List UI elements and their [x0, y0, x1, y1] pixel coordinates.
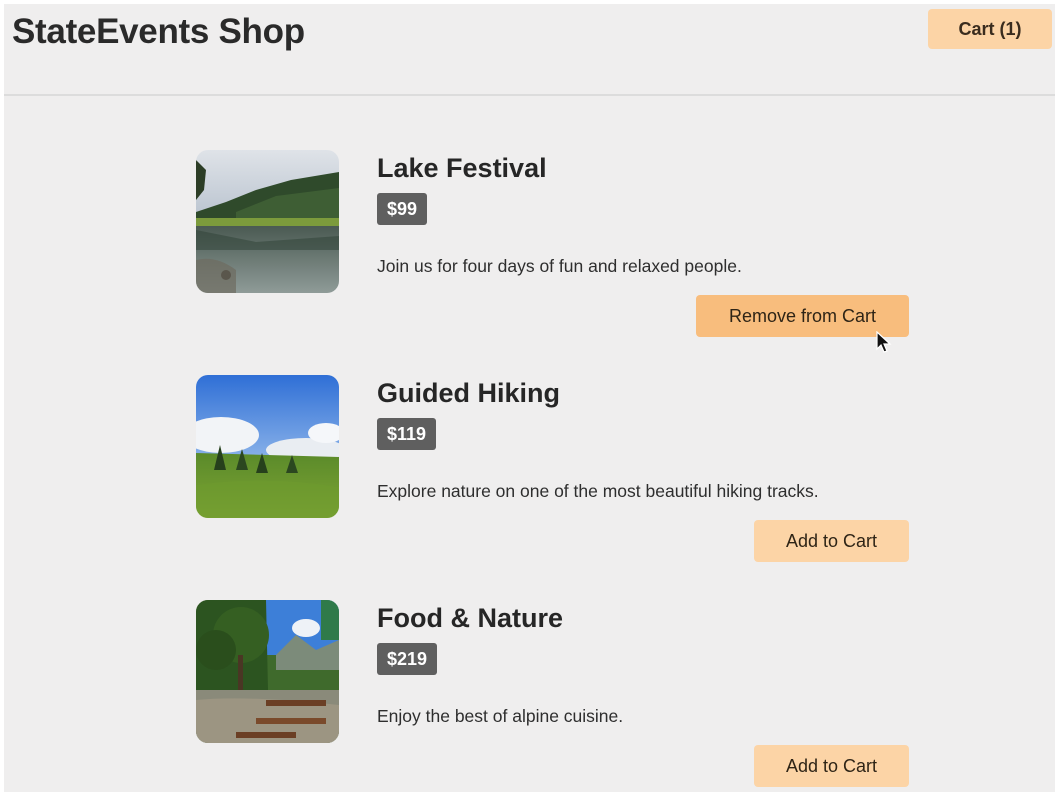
mouse-pointer-icon [876, 330, 892, 360]
product-item-guided-hiking: Guided Hiking $119 Explore nature on one… [196, 375, 916, 575]
price-badge: $219 [377, 643, 438, 675]
price-badge: $99 [377, 193, 428, 225]
product-item-lake-festival: Lake Festival $99 Join us for four days … [196, 150, 916, 350]
product-image-food [196, 600, 339, 743]
product-name: Lake Festival [377, 153, 547, 183]
product-image-lake [196, 150, 339, 293]
top-bar: StateEvents Shop Cart (1) [4, 4, 1055, 96]
price-badge: $119 [377, 418, 437, 450]
product-description: Join us for four days of fun and relaxed… [377, 256, 742, 276]
add-to-cart-button[interactable]: Add to Cart [754, 520, 909, 562]
product-image-hiking [196, 375, 339, 518]
cart-button[interactable]: Cart (1) [928, 9, 1052, 49]
product-name: Food & Nature [377, 603, 563, 633]
page-title: StateEvents Shop [12, 12, 305, 51]
product-name: Guided Hiking [377, 378, 561, 408]
product-item-food-nature: Food & Nature $219 Enjoy the best of alp… [196, 600, 916, 800]
add-to-cart-button[interactable]: Add to Cart [754, 745, 909, 787]
product-description: Enjoy the best of alpine cuisine. [377, 706, 624, 726]
product-description: Explore nature on one of the most beauti… [377, 481, 819, 501]
